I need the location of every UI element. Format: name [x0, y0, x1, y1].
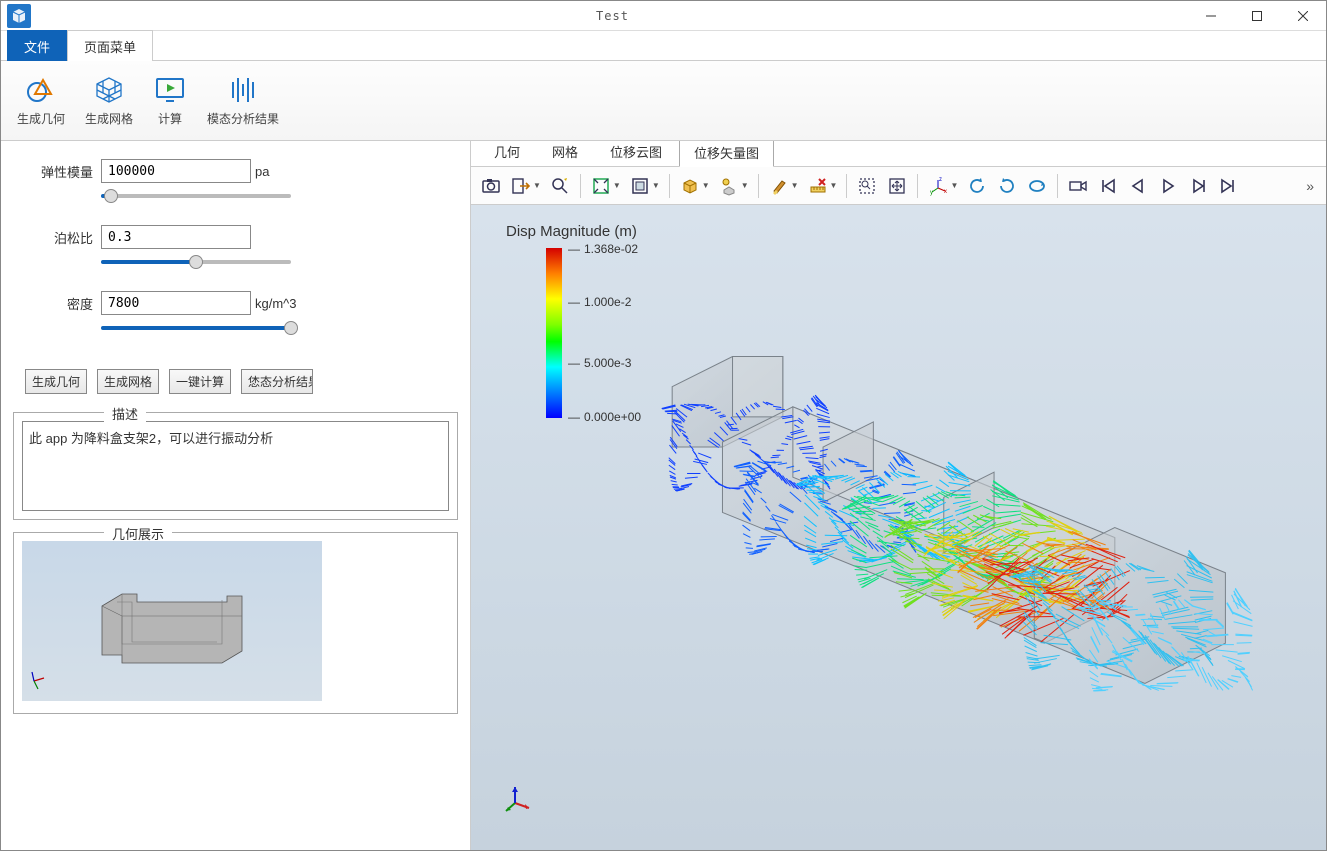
chevron-down-icon[interactable]: ▼ [533, 181, 544, 190]
ribbon-gen-geometry[interactable]: 生成几何 [9, 65, 73, 137]
rotate-ccw-icon[interactable] [963, 172, 991, 200]
chevron-down-icon[interactable]: ▼ [830, 181, 841, 190]
ribbon-toolbar: 生成几何 生成网格 计算 模态分析结果 [1, 61, 1326, 141]
zoom-extents-icon[interactable] [587, 172, 615, 200]
description-fieldset: 描述 此 app 为降料盒支架2，可以进行振动分析 [13, 412, 458, 520]
elastic-modulus-label: 弹性模量 [13, 162, 93, 181]
tab-file[interactable]: 文件 [7, 30, 67, 62]
view-panel: 几何 网格 位移云图 位移矢量图 ▼ ▼ ▼ ▼ ▼ ▼ ▼ [471, 141, 1326, 850]
chevron-down-icon[interactable]: ▼ [702, 181, 713, 190]
vibration-icon [227, 74, 259, 106]
density-slider[interactable] [101, 319, 291, 337]
view-tab-disp-contour[interactable]: 位移云图 [595, 141, 677, 166]
geometry-preview[interactable] [22, 541, 322, 701]
poisson-ratio-input[interactable] [101, 225, 251, 249]
poisson-ratio-label: 泊松比 [13, 228, 93, 247]
axis-xyz-icon[interactable]: z y x [924, 172, 952, 200]
brush-clear-icon[interactable] [765, 172, 793, 200]
minimize-button[interactable] [1188, 1, 1234, 31]
zoom-search-icon[interactable] [546, 172, 574, 200]
view-tab-geometry[interactable]: 几何 [479, 141, 535, 166]
step-forward-icon[interactable] [1184, 172, 1212, 200]
play-icon[interactable] [1154, 172, 1182, 200]
axis-gizmo-icon [501, 781, 537, 820]
play-screen-icon [154, 74, 186, 106]
chevron-down-icon[interactable]: ▼ [791, 181, 802, 190]
description-legend: 描述 [104, 404, 146, 423]
chevron-down-icon[interactable]: ▼ [741, 181, 752, 190]
svg-text:z: z [939, 177, 942, 183]
content-area: 弹性模量 pa 泊松比 密度 kg/m^3 [1, 141, 1326, 850]
select-box-dashed-icon[interactable] [853, 172, 881, 200]
chevron-down-icon[interactable]: ▼ [613, 181, 624, 190]
camera-keyframe-icon[interactable] [1064, 172, 1092, 200]
tab-page-menu[interactable]: 页面菜单 [67, 30, 153, 62]
elastic-modulus-input[interactable] [101, 159, 251, 183]
elastic-modulus-unit: pa [255, 164, 269, 179]
window-title: Test [37, 9, 1188, 23]
poisson-ratio-slider[interactable] [101, 253, 291, 271]
density-unit: kg/m^3 [255, 296, 297, 311]
chevron-down-icon[interactable]: ▼ [652, 181, 663, 190]
view-toolbar: ▼ ▼ ▼ ▼ ▼ ▼ ▼ zyx▼ [471, 167, 1326, 205]
ruler-delete-icon[interactable] [804, 172, 832, 200]
view-tabs: 几何 网格 位移云图 位移矢量图 [471, 141, 1326, 167]
title-bar: Test [1, 1, 1326, 31]
elastic-modulus-slider[interactable] [101, 187, 291, 205]
lighting-icon[interactable] [715, 172, 743, 200]
btn-gen-mesh[interactable]: 生成网格 [97, 369, 159, 394]
loop-icon[interactable] [1023, 172, 1051, 200]
mesh-cube-icon [93, 74, 125, 106]
pan-move-icon[interactable] [883, 172, 911, 200]
maximize-button[interactable] [1234, 1, 1280, 31]
view-tab-disp-vector[interactable]: 位移矢量图 [679, 141, 774, 167]
3d-viewport[interactable]: Disp Magnitude (m) 1.368e-02 1.000e-2 5.… [471, 205, 1326, 850]
view-cube-icon[interactable] [676, 172, 704, 200]
app-window: Test 文件 页面菜单 生成几何 生成网格 计算 模态分析结果 [0, 0, 1327, 851]
step-back-icon[interactable] [1124, 172, 1152, 200]
preview-fieldset: 几何展示 [13, 532, 458, 714]
btn-one-click-compute[interactable]: 一键计算 [169, 369, 231, 394]
btn-modal-results[interactable]: 恷态分析结果 [241, 369, 313, 394]
view-tab-mesh[interactable]: 网格 [537, 141, 593, 166]
ribbon-compute[interactable]: 计算 [145, 65, 195, 137]
density-label: 密度 [13, 294, 93, 313]
skip-last-icon[interactable] [1214, 172, 1242, 200]
svg-text:y: y [930, 190, 933, 196]
toolbar-overflow-icon[interactable]: » [1300, 178, 1320, 194]
export-icon[interactable] [507, 172, 535, 200]
app-icon [7, 4, 31, 28]
ribbon-gen-mesh[interactable]: 生成网格 [77, 65, 141, 137]
menu-bar: 文件 页面菜单 [1, 31, 1326, 61]
rotate-cw-icon[interactable] [993, 172, 1021, 200]
geometry-shapes-icon [25, 74, 57, 106]
close-button[interactable] [1280, 1, 1326, 31]
chevron-down-icon[interactable]: ▼ [950, 181, 961, 190]
svg-text:x: x [944, 189, 947, 195]
parameter-panel: 弹性模量 pa 泊松比 密度 kg/m^3 [1, 141, 471, 850]
snapshot-icon[interactable] [477, 172, 505, 200]
density-input[interactable] [101, 291, 251, 315]
description-text: 此 app 为降料盒支架2，可以进行振动分析 [22, 421, 449, 511]
vector-field-render [471, 205, 1326, 850]
skip-first-icon[interactable] [1094, 172, 1122, 200]
ribbon-modal-results[interactable]: 模态分析结果 [199, 65, 287, 137]
zoom-window-icon[interactable] [626, 172, 654, 200]
btn-gen-geometry[interactable]: 生成几何 [25, 369, 87, 394]
